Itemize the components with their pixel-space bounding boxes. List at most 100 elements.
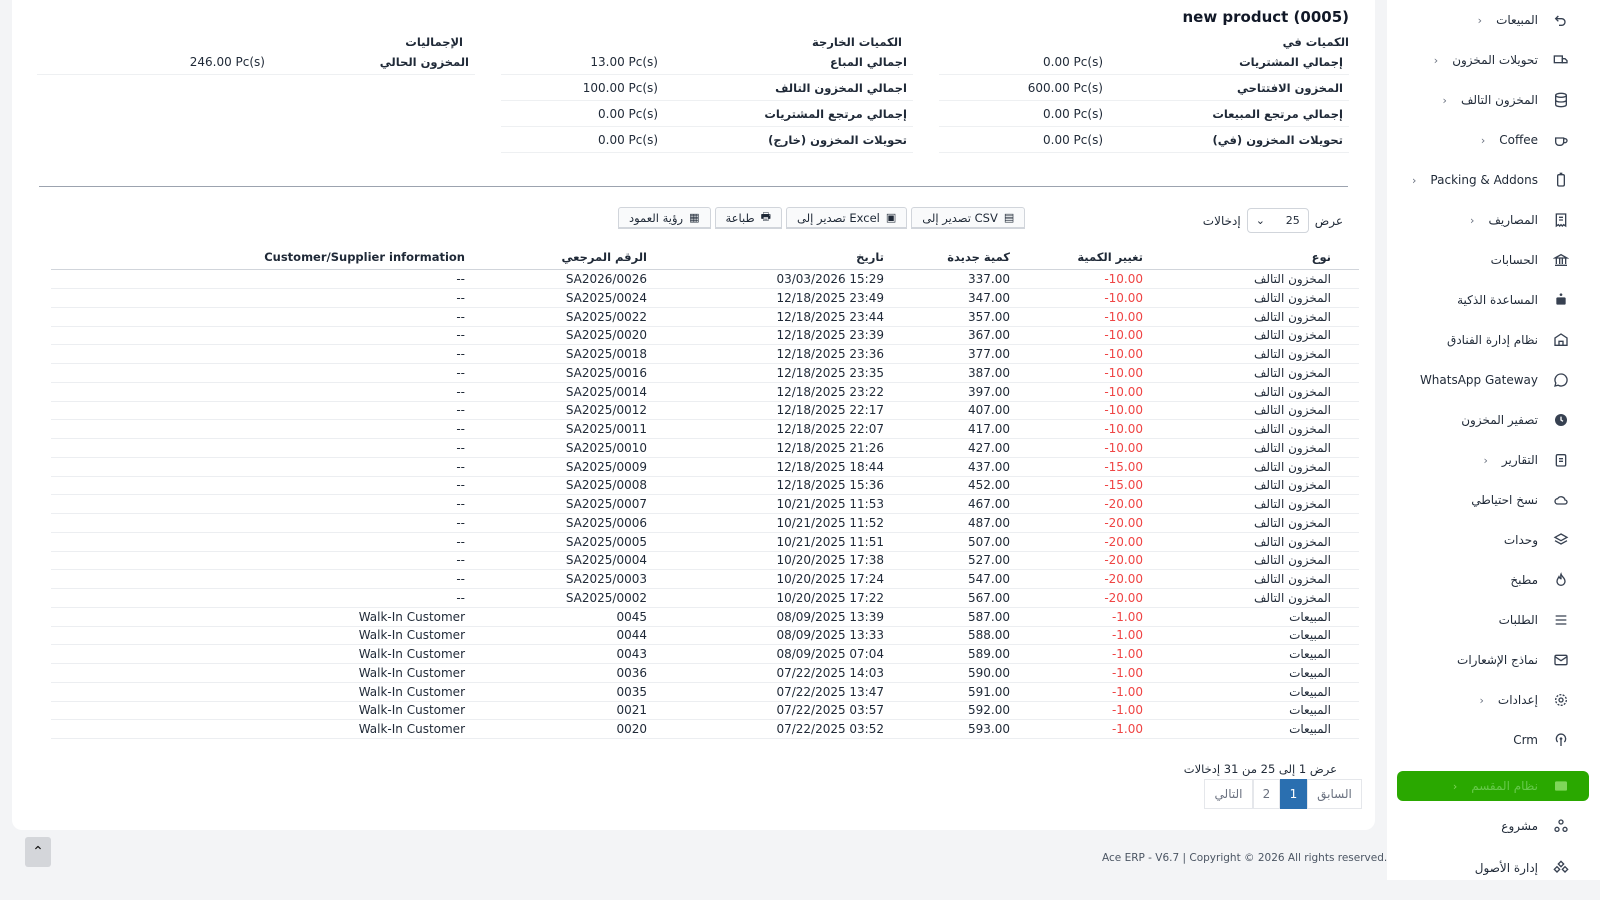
- sidebar-item-6[interactable]: الحسابات: [1387, 240, 1600, 280]
- cell-ref: 0036: [616, 665, 647, 680]
- in-value: 0.00 Pc(s): [1043, 133, 1103, 147]
- totals-header: الإجماليات: [405, 35, 463, 49]
- sidebar-item-label: نسخ احتياطي: [1471, 493, 1538, 507]
- cell-qty-change: -10.00: [1104, 403, 1143, 418]
- cell-date: 10/20/2025 17:24: [776, 572, 884, 586]
- sidebar-item-4[interactable]: Packing & Addons ‹: [1387, 160, 1600, 200]
- sidebar-item-1[interactable]: تحويلات المخزون ‹: [1387, 40, 1600, 80]
- scroll-to-top-button[interactable]: ⌃: [25, 837, 51, 867]
- col-header-type[interactable]: نوع: [1312, 250, 1331, 270]
- chevron-left-icon: ‹: [1480, 133, 1486, 147]
- cell-ref: SA2025/0016: [565, 365, 647, 380]
- assets-icon: [1552, 859, 1570, 877]
- table-row: المبيعات -1.00 591.00 07/22/2025 13:47 0035 W…: [51, 683, 1359, 702]
- sidebar-item-14[interactable]: مطبخ: [1387, 560, 1600, 600]
- col-header-new-qty[interactable]: كمية جديدة: [947, 250, 1010, 270]
- csv-file-icon: ▤: [1003, 211, 1015, 224]
- export-csv-button[interactable]: تصدير إلى CSV ▤: [911, 207, 1026, 229]
- table-row: المبيعات -1.00 593.00 07/22/2025 03:52 0020 W…: [51, 720, 1359, 739]
- page-2-button[interactable]: 2: [1253, 779, 1280, 809]
- table-row: المخزون التالف -10.00 337.00 03/03/2026 15:…: [51, 270, 1359, 289]
- cell-new-qty: 487.00: [968, 515, 1010, 530]
- page-1-button[interactable]: 1: [1280, 779, 1307, 809]
- cell-date: 07/22/2025 13:47: [776, 684, 884, 699]
- cell-date: 12/18/2025 23:44: [776, 309, 884, 324]
- sidebar-item-11[interactable]: التقارير ‹: [1387, 440, 1600, 480]
- sidebar-item-8[interactable]: نظام إدارة الفنادق: [1387, 320, 1600, 360]
- sidebar-item-21[interactable]: إدارة الأصول: [1387, 848, 1600, 888]
- cell-ref: SA2025/0004: [565, 553, 647, 568]
- cell-type: المخزون التالف: [1253, 365, 1331, 380]
- sidebar-item-label: تحويلات المخزون: [1452, 53, 1538, 67]
- print-button[interactable]: طباعة 🖶: [714, 207, 783, 229]
- cell-date: 07/22/2025 03:57: [776, 703, 884, 718]
- cell-qty-change: -10.00: [1104, 272, 1143, 286]
- table-row: المخزون التالف -10.00 347.00 12/18/2025 23:…: [51, 289, 1359, 308]
- sidebar-item-18[interactable]: Crm: [1387, 720, 1600, 760]
- table-row: المخزون التالف -10.00 387.00 12/18/2025 23:…: [51, 364, 1359, 383]
- cell-new-qty: 387.00: [968, 365, 1010, 380]
- cell-date: 07/22/2025 14:03: [776, 665, 884, 680]
- main-card: new product (0005) الكميات في الكميات ال…: [12, 0, 1375, 830]
- cell-new-qty: 347.00: [968, 290, 1010, 305]
- sidebar-item-2[interactable]: المخزون التالف ‹: [1387, 80, 1600, 120]
- sidebar-item-0[interactable]: المبيعات ‹: [1387, 0, 1600, 40]
- sidebar-item-20[interactable]: مشروع: [1387, 806, 1600, 846]
- page-length-select[interactable]: ⌄ 25: [1246, 208, 1309, 233]
- section-divider: [39, 186, 1348, 187]
- out-row: اجمالي المخزون التالف 100.00 Pc(s): [501, 76, 913, 101]
- col-header-ref[interactable]: الرقم المرجعي: [561, 250, 647, 270]
- cell-qty-change: -20.00: [1104, 572, 1143, 586]
- cell-ref: 0044: [616, 628, 647, 643]
- cell-type: المخزون التالف: [1253, 553, 1331, 568]
- col-header-party[interactable]: Customer/Supplier information: [264, 250, 465, 270]
- sidebar-item-16[interactable]: نماذج الإشعارات: [1387, 640, 1600, 680]
- cell-type: المخزون التالف: [1253, 309, 1331, 324]
- cell-qty-change: -15.00: [1104, 478, 1143, 493]
- col-header-qty-change[interactable]: تغيير الكمية: [1077, 250, 1143, 270]
- cell-party: Walk-In Customer: [358, 609, 465, 624]
- columns-icon: ▦: [689, 211, 700, 224]
- sidebar-item-3[interactable]: Coffee ‹: [1387, 120, 1600, 160]
- cell-type: المخزون التالف: [1253, 403, 1331, 418]
- chevron-left-icon: ‹: [1412, 173, 1417, 187]
- sidebar: المبيعات ‹ تحويلات المخزون ‹ المخزون التالف ‹…: [1387, 0, 1600, 880]
- cell-ref: SA2025/0014: [565, 384, 647, 399]
- column-visibility-button[interactable]: رؤية العمود ▦: [618, 207, 711, 229]
- cell-qty-change: -1.00: [1111, 703, 1143, 718]
- undo-icon: [1552, 11, 1570, 29]
- sidebar-item-label: WhatsApp Gateway: [1419, 373, 1538, 387]
- sidebar-item-5[interactable]: المصاريف ‹: [1387, 200, 1600, 240]
- cell-new-qty: 547.00: [968, 572, 1010, 586]
- cell-date: 12/18/2025 15:36: [776, 478, 884, 493]
- in-row: إجمالي مرتجع المبيعات 0.00 Pc(s): [939, 102, 1349, 127]
- sidebar-item-9[interactable]: WhatsApp Gateway: [1387, 360, 1600, 400]
- sidebar-item-7[interactable]: المساعدة الذكية: [1387, 280, 1600, 320]
- cell-type: المخزون التالف: [1253, 328, 1331, 343]
- total-label: المخزون الحالي: [379, 55, 469, 69]
- sidebar-item-label: المخزون التالف: [1460, 93, 1538, 107]
- cell-type: المبيعات: [1289, 722, 1331, 736]
- next-page-button[interactable]: التالي: [1204, 779, 1253, 809]
- sidebar-item-19[interactable]: نظام المقسم ‹: [1397, 771, 1589, 801]
- cell-new-qty: 527.00: [968, 553, 1010, 568]
- cell-date: 10/20/2025 17:38: [776, 553, 884, 568]
- total-row: المخزون الحالي 246.00 Pc(s): [37, 50, 475, 75]
- cell-ref: SA2025/0018: [565, 347, 647, 361]
- column-visibility-label: رؤية العمود: [629, 210, 684, 225]
- sidebar-item-12[interactable]: نسخ احتياطي: [1387, 480, 1600, 520]
- sidebar-item-17[interactable]: إعدادات ‹: [1387, 680, 1600, 720]
- cell-party: --: [456, 440, 465, 455]
- export-excel-button[interactable]: تصدير إلى Excel ▣: [786, 207, 908, 229]
- cell-ref: SA2025/0012: [565, 403, 647, 418]
- out-label: إجمالي مرتجع المشتريات: [764, 107, 907, 121]
- cell-qty-change: -10.00: [1104, 365, 1143, 380]
- sidebar-item-10[interactable]: تصفير المخزون: [1387, 400, 1600, 440]
- cell-ref: 0045: [616, 609, 647, 624]
- col-header-date[interactable]: تاريخ: [856, 250, 884, 270]
- sidebar-item-13[interactable]: وحدات: [1387, 520, 1600, 560]
- previous-page-button[interactable]: السابق: [1307, 779, 1362, 809]
- database-icon: [1552, 91, 1570, 109]
- sidebar-item-15[interactable]: الطلبات: [1387, 600, 1600, 640]
- cell-type: المخزون التالف: [1253, 459, 1331, 474]
